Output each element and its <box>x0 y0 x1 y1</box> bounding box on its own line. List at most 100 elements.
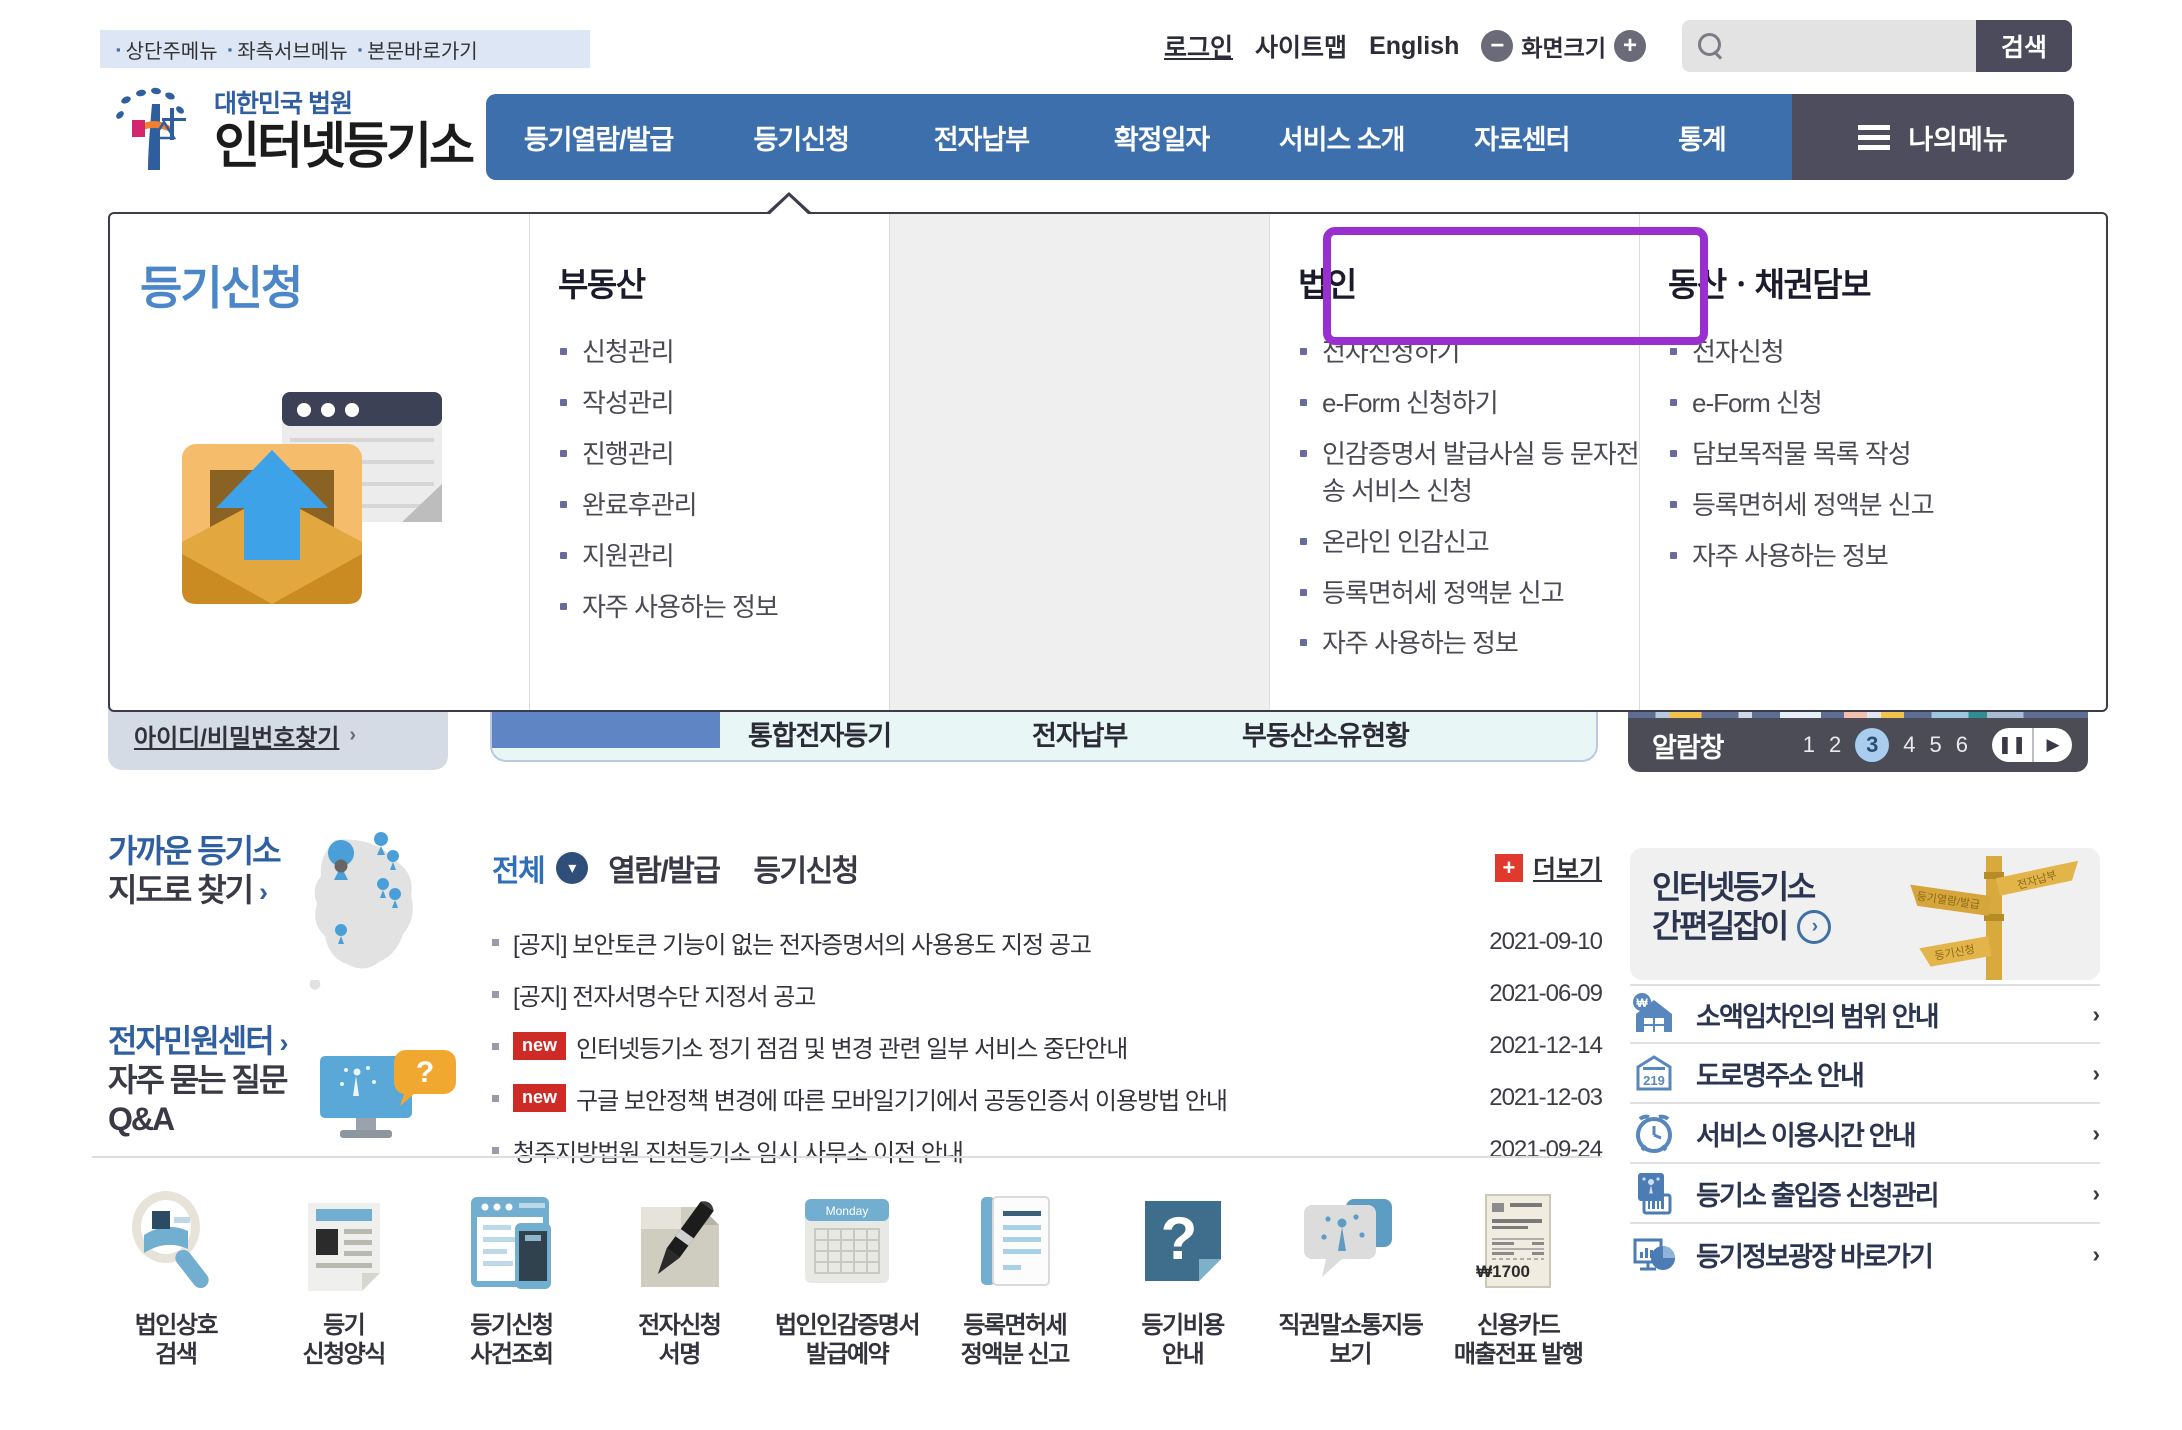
mega-link-real-0[interactable]: 신청관리 <box>558 334 889 371</box>
alarm-page-2[interactable]: 2 <box>1829 732 1841 758</box>
court-emblem-icon <box>108 82 200 174</box>
mega-link-asset-3[interactable]: 등록면허세 정액분 신고 <box>1668 487 2020 524</box>
card-e-civil-center-line1: 전자민원센터 <box>108 1023 275 1059</box>
tab-property-ownership[interactable]: 부동산소유현황 <box>1242 714 1410 753</box>
nav-item-my-menu[interactable]: 나의메뉴 <box>1792 94 2075 180</box>
rail-item-office-pass[interactable]: 등기소 출입증 신청관리 › <box>1630 1164 2100 1224</box>
chevron-down-icon[interactable]: ▾ <box>556 852 589 884</box>
mega-dropdown-registry-apply: 등기신청 부동산 신청관리 작성관리 진행관리 완료후관리 지원관리 자주 사용… <box>108 192 2108 712</box>
mega-link-real-2[interactable]: 진행관리 <box>558 436 889 473</box>
search-input[interactable] <box>1732 33 1976 59</box>
mega-link-asset-2[interactable]: 담보목적물 목록 작성 <box>1668 436 2020 473</box>
list-item[interactable]: [공지] 전자서명수단 지정서 공고 2021-06-09 <box>492 968 1603 1020</box>
list-item[interactable]: new 구글 보안정책 변경에 따른 모바일기기에서 공동인증서 이용방법 안내… <box>492 1072 1603 1124</box>
notice-speech-icon <box>1294 1185 1406 1297</box>
search-icon <box>1698 33 1724 59</box>
quick-link-corp-name-search[interactable]: 법인상호 검색 <box>92 1185 260 1370</box>
sitemap-link[interactable]: 사이트맵 <box>1255 28 1347 64</box>
receipt-amount: ₩1700 <box>1476 1262 1530 1281</box>
mega-link-corp-2-cont[interactable]: 송 서비스 신청 <box>1298 473 1639 510</box>
list-item[interactable]: 청주지방법원 진천등기소 임시 사무소 이전 안내 2021-09-24 <box>492 1124 1603 1176</box>
calendar-reserve-icon: Monday <box>791 1185 903 1297</box>
pause-icon[interactable]: ❚❚ <box>1992 728 2032 762</box>
tab-epayment[interactable]: 전자납부 <box>1032 714 1128 753</box>
mega-link-asset-4[interactable]: 자주 사용하는 정보 <box>1668 538 2020 575</box>
notice-title: 구글 보안정책 변경에 따른 모바일기기에서 공동인증서 이용방법 안내 <box>576 1087 1228 1115</box>
mega-link-asset-1[interactable]: e-Form 신청 <box>1668 385 2020 422</box>
zoom-out-button[interactable]: − <box>1481 30 1514 62</box>
nav-item-registry-apply[interactable]: 등기신청 <box>711 118 891 157</box>
utility-bar: 로그인 사이트맵 English − 화면크기 + 검색 <box>1164 20 2072 72</box>
find-id-password-link[interactable]: 아이디/비밀번호찾기 <box>134 718 339 753</box>
mega-link-corp-2[interactable]: 인감증명서 발급사실 등 문자전 <box>1298 436 1640 473</box>
board-more-button[interactable]: + 더보기 <box>1494 850 1602 886</box>
notice-date: 2021-12-14 <box>1489 1032 1603 1059</box>
quick-link-registry-forms[interactable]: 등기 신청양식 <box>260 1185 428 1370</box>
quick-link-seal-cert-reserve[interactable]: Monday 법인인감증명서 발급예약 <box>763 1185 931 1370</box>
zoom-label: 화면크기 <box>1521 35 1606 61</box>
login-link[interactable]: 로그인 <box>1164 28 1233 64</box>
mobile-lookup-icon <box>455 1185 567 1297</box>
alarm-page-1[interactable]: 1 <box>1803 732 1815 758</box>
logo-line-1: 대한민국 법원 <box>214 89 353 118</box>
alarm-page-5[interactable]: 5 <box>1930 732 1942 758</box>
card-nearest-office[interactable]: 가까운 등기소 지도로 찾기 › <box>108 832 518 1022</box>
quick-link-credit-card-receipt[interactable]: ₩1700 신용카드 매출전표 발행 <box>1434 1185 1602 1370</box>
alarm-page-6[interactable]: 6 <box>1956 732 1968 758</box>
logo-line-2: 인터넷등기소 <box>214 117 475 174</box>
board-tab-all[interactable]: 전체 <box>492 846 546 890</box>
nav-item-registry-view[interactable]: 등기열람/발급 <box>486 118 711 157</box>
quick-link-license-tax[interactable]: 등록면허세 정액분 신고 <box>931 1185 1099 1370</box>
mega-column-real-estate: 부동산 신청관리 작성관리 진행관리 완료후관리 지원관리 자주 사용하는 정보 <box>530 214 890 710</box>
nav-item-service-intro[interactable]: 서비스 소개 <box>1252 118 1432 157</box>
site-logo[interactable]: 대한민국 법원 인터넷등기소 <box>108 82 475 174</box>
nav-item-fixed-date[interactable]: 확정일자 <box>1071 118 1251 157</box>
english-link[interactable]: English <box>1369 32 1459 61</box>
zoom-in-button[interactable]: + <box>1614 30 1646 62</box>
mega-link-asset-0[interactable]: 전자신청 <box>1668 334 2020 371</box>
play-icon[interactable]: ▶ <box>2032 728 2072 762</box>
mega-link-corp-0[interactable]: 전자신청하기 <box>1298 334 1639 371</box>
nav-item-data-center[interactable]: 자료센터 <box>1432 118 1612 157</box>
simple-guide-banner[interactable]: 인터넷등기소 간편길잡이 › 전자납부 등기열람/발급 등기신청 <box>1630 848 2100 980</box>
board-tab-view-issue[interactable]: 열람/발급 <box>608 846 721 890</box>
list-item[interactable]: [공지] 보안토큰 기능이 없는 전자증명서의 사용용도 지정 공고 2021-… <box>492 916 1603 968</box>
quick-link-case-lookup[interactable]: 등기신청 사건조회 <box>428 1185 596 1370</box>
search-button[interactable]: 검색 <box>1976 20 2072 72</box>
mega-link-corp-4[interactable]: 등록면허세 정액분 신고 <box>1298 575 1639 612</box>
mega-link-corp-5[interactable]: 자주 사용하는 정보 <box>1298 625 1639 662</box>
notice-date: 2021-09-10 <box>1489 928 1603 955</box>
rail-item-small-tenant-scope[interactable]: ₩ 소액임차인의 범위 안내 › <box>1630 984 2100 1044</box>
rail-item-service-hours[interactable]: 서비스 이용시간 안내 › <box>1630 1104 2100 1164</box>
mega-link-real-5[interactable]: 자주 사용하는 정보 <box>558 589 889 626</box>
alarm-page-4[interactable]: 4 <box>1903 732 1915 758</box>
alarm-page-3-current[interactable]: 3 <box>1855 728 1890 762</box>
mega-link-corp-3[interactable]: 온라인 인감신고 <box>1298 524 1639 561</box>
rail-item-road-address[interactable]: 219 도로명주소 안내 › <box>1630 1044 2100 1104</box>
mega-link-corp-1[interactable]: e-Form 신청하기 <box>1298 385 1639 422</box>
card-e-civil-center[interactable]: 전자민원센터 › 자주 묻는 질문 Q&A ? <box>108 1022 518 1172</box>
notice-list: [공지] 보안토큰 기능이 없는 전자증명서의 사용용도 지정 공고 2021-… <box>492 916 1603 1176</box>
bullet-icon: ▪ <box>227 41 233 57</box>
tab-integrated-eregistry[interactable]: 통합전자등기 <box>748 714 892 753</box>
nav-item-statistics[interactable]: 통계 <box>1612 118 1792 157</box>
rail-item-registry-info-plaza[interactable]: 등기정보광장 바로가기 › <box>1630 1224 2100 1284</box>
skip-link-content[interactable]: 본문바로가기 <box>367 35 477 64</box>
skip-link-left-submenu[interactable]: 좌측서브메뉴 <box>237 35 347 64</box>
pen-sign-icon <box>623 1185 735 1297</box>
quick-link-label: 전자신청 서명 <box>638 1312 722 1369</box>
mega-link-real-3[interactable]: 완료후관리 <box>558 487 889 524</box>
mega-link-real-1[interactable]: 작성관리 <box>558 385 889 422</box>
mega-brand-panel: 등기신청 <box>110 214 530 710</box>
mega-link-real-4[interactable]: 지원관리 <box>558 538 889 575</box>
quick-link-esign[interactable]: 전자신청 서명 <box>595 1185 763 1370</box>
skip-link-top-menu[interactable]: 상단주메뉴 <box>126 35 218 64</box>
notice-title: 인터넷등기소 정기 점검 및 변경 관련 일부 서비스 중단안내 <box>576 1035 1128 1063</box>
quick-link-cancellation-notice[interactable]: 직권말소통지등 보기 <box>1266 1185 1434 1370</box>
list-item[interactable]: new 인터넷등기소 정기 점검 및 변경 관련 일부 서비스 중단안내 202… <box>492 1020 1603 1072</box>
nav-item-epayment[interactable]: 전자납부 <box>891 118 1071 157</box>
quick-link-registry-cost[interactable]: ? 등기비용 안내 <box>1099 1185 1267 1370</box>
quick-link-label: 등기신청 사건조회 <box>470 1312 554 1369</box>
notice-title: [공지] 보안토큰 기능이 없는 전자증명서의 사용용도 지정 공고 <box>513 931 1092 959</box>
board-tab-registry-apply[interactable]: 등기신청 <box>753 846 859 890</box>
